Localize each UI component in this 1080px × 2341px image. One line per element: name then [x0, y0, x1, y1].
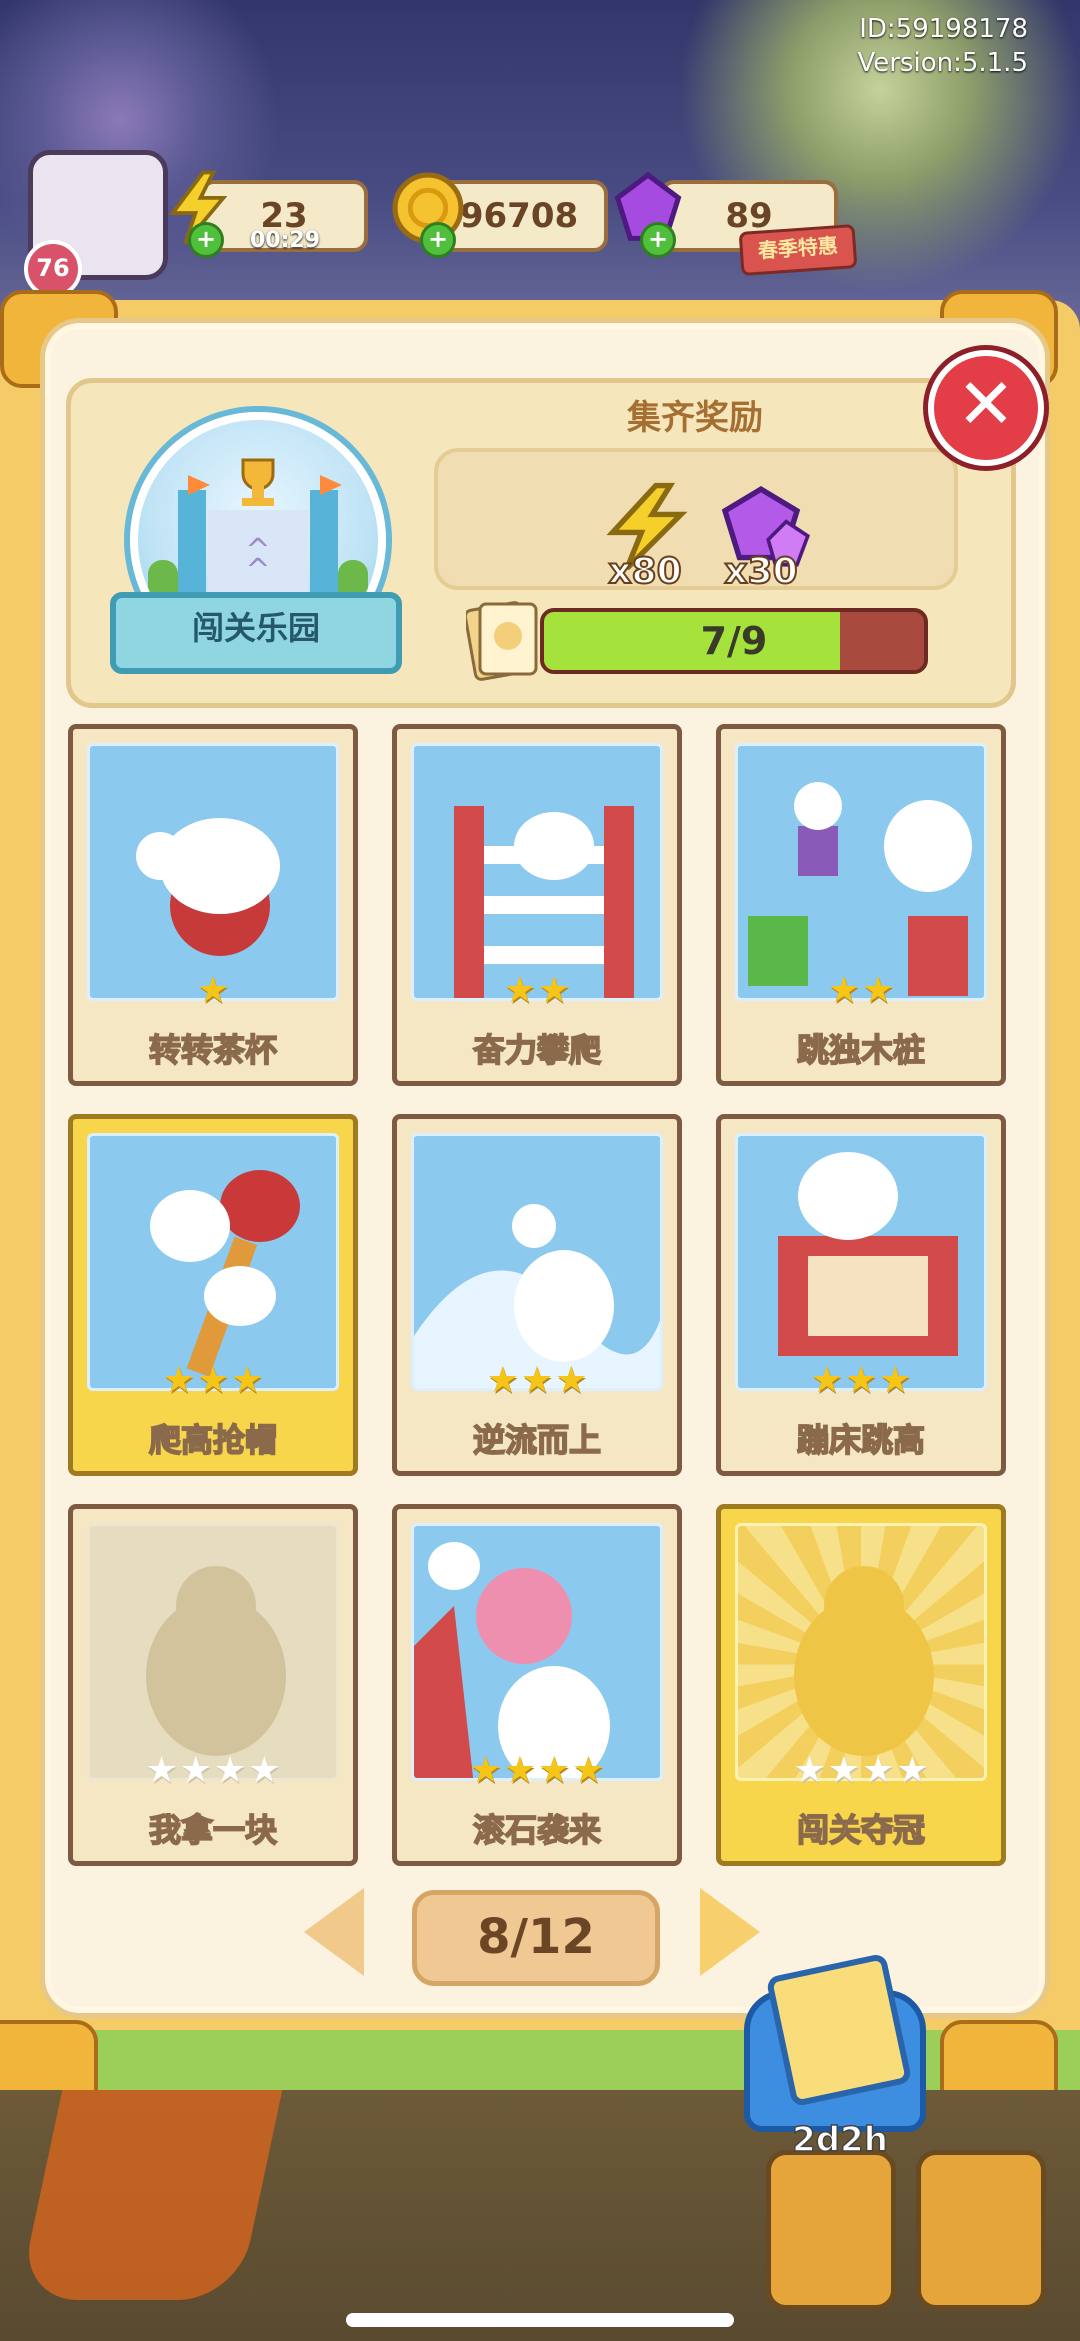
album-card[interactable]: ★ ★ ★ ★ 我拿一块	[68, 1504, 358, 1866]
album-card[interactable]: ★ ★ ★ ★ 闯关夺冠	[716, 1504, 1006, 1866]
card-illustration-icon	[150, 1170, 300, 1377]
star-icon: ★	[827, 1750, 860, 1791]
card-name: 逆流而上	[472, 1420, 602, 1460]
album-card[interactable]: ★ ★ ★ 爬高抢帽	[68, 1114, 358, 1476]
card-art	[411, 1133, 663, 1391]
card-art	[87, 1133, 339, 1391]
card-name: 转转茶杯	[148, 1030, 278, 1070]
card-stars: ★ ★ ★	[721, 1361, 1001, 1401]
reward-energy-qty: x80	[607, 550, 682, 593]
svg-text:^: ^	[245, 553, 270, 588]
reward-energy: x80	[590, 482, 700, 593]
card-art	[735, 743, 987, 1001]
card-pack-timer: 2d2h	[791, 2119, 888, 2161]
page-indicator: 8/12	[412, 1890, 660, 1986]
card-art	[87, 743, 339, 1001]
card-art	[411, 743, 663, 1001]
star-icon: ★	[538, 970, 571, 1011]
friends-shortcut-button[interactable]	[916, 2150, 1046, 2310]
star-icon: ★	[862, 970, 895, 1011]
card-name: 奋力攀爬	[472, 1030, 602, 1070]
card-art	[87, 1523, 339, 1781]
collection-progress-bar: 7/9	[540, 608, 928, 674]
star-icon: ★	[179, 1750, 212, 1791]
card-illustration-icon	[146, 1566, 286, 1756]
card-name: 闯关夺冠	[796, 1810, 926, 1850]
album-card[interactable]: ★ ★ ★ ★ 滚石袭来	[392, 1504, 682, 1866]
add-gems-button[interactable]: +	[640, 222, 676, 258]
star-icon: ★	[520, 1360, 554, 1401]
add-energy-button[interactable]: +	[188, 222, 224, 258]
star-icon: ★	[486, 1360, 519, 1401]
star-icon: ★	[896, 1750, 929, 1791]
card-art	[735, 1523, 987, 1781]
star-icon: ★	[827, 970, 860, 1011]
star-icon: ★	[248, 1750, 281, 1791]
star-icon: ★	[196, 1360, 230, 1401]
star-icon: ★	[503, 970, 536, 1011]
card-stars: ★ ★ ★	[397, 1361, 677, 1401]
album-card[interactable]: ★ ★ 奋力攀爬	[392, 724, 682, 1086]
card-stars: ★ ★ ★ ★	[73, 1751, 353, 1791]
theme-badge: ^ ^ 闯关乐园	[110, 412, 402, 692]
star-icon: ★	[862, 1750, 895, 1791]
star-icon: ★	[162, 1360, 195, 1401]
star-icon: ★	[844, 1360, 878, 1401]
card-stars: ★ ★	[721, 971, 1001, 1011]
prev-page-button[interactable]	[304, 1888, 364, 1976]
album-card[interactable]: ★ ★ ★ 逆流而上	[392, 1114, 682, 1476]
star-icon: ★	[810, 1360, 843, 1401]
home-indicator[interactable]	[346, 2313, 734, 2327]
star-icon: ★	[196, 970, 230, 1011]
reward-gems-qty: x30	[723, 550, 798, 593]
star-icon: ★	[793, 1750, 826, 1791]
card-stars: ★ ★ ★	[73, 1361, 353, 1401]
theme-name: 闯关乐园	[110, 592, 402, 674]
reward-title: 集齐奖励	[627, 398, 763, 438]
card-stars: ★ ★ ★ ★	[721, 1751, 1001, 1791]
card-illustration-icon	[454, 806, 634, 998]
reward-gems: x30	[706, 482, 816, 593]
card-illustration-icon	[794, 1566, 934, 1756]
progress-text: 7/9	[700, 619, 768, 663]
card-stars: ★ ★ ★ ★	[397, 1751, 677, 1791]
card-illustration-icon	[778, 1152, 958, 1356]
star-icon: ★	[469, 1750, 502, 1791]
card-name: 我拿一块	[148, 1810, 278, 1850]
card-illustration-icon	[748, 782, 972, 996]
card-art	[735, 1133, 987, 1391]
album-card[interactable]: ★ ★ ★ 蹦床跳高	[716, 1114, 1006, 1476]
version-text: Version:5.1.5	[857, 48, 1028, 78]
close-button[interactable]: ✕	[928, 350, 1044, 466]
add-coins-button[interactable]: +	[420, 222, 456, 258]
card-name: 蹦床跳高	[796, 1420, 926, 1460]
album-shortcut-button[interactable]	[766, 2150, 896, 2310]
album-card[interactable]: ★ ★ 跳独木桩	[716, 724, 1006, 1086]
build-info: ID:59198178 Version:5.1.5	[857, 12, 1028, 80]
player-id: ID:59198178	[859, 14, 1028, 44]
card-stack-icon	[466, 601, 538, 681]
card-art	[411, 1523, 663, 1781]
card-name: 爬高抢帽	[148, 1420, 278, 1460]
spring-sale-tag[interactable]: 春季特惠	[738, 224, 858, 276]
next-page-button[interactable]	[700, 1888, 760, 1976]
energy-timer: 00:29	[250, 228, 321, 253]
card-name: 跳独木桩	[796, 1030, 926, 1070]
star-icon: ★	[555, 1360, 588, 1401]
album-card[interactable]: ★ 转转茶杯	[68, 724, 358, 1086]
star-icon: ★	[879, 1360, 912, 1401]
star-icon: ★	[503, 1750, 536, 1791]
star-icon: ★	[231, 1360, 264, 1401]
star-icon: ★	[214, 1750, 247, 1791]
card-stars: ★ ★	[397, 971, 677, 1011]
star-icon: ★	[572, 1750, 605, 1791]
card-stars: ★	[73, 971, 353, 1011]
card-illustration-icon	[414, 1542, 610, 1778]
star-icon: ★	[145, 1750, 178, 1791]
card-illustration-icon	[414, 1204, 660, 1388]
card-name: 滚石袭来	[472, 1810, 602, 1850]
star-icon: ★	[538, 1750, 571, 1791]
card-illustration-icon	[136, 818, 280, 956]
